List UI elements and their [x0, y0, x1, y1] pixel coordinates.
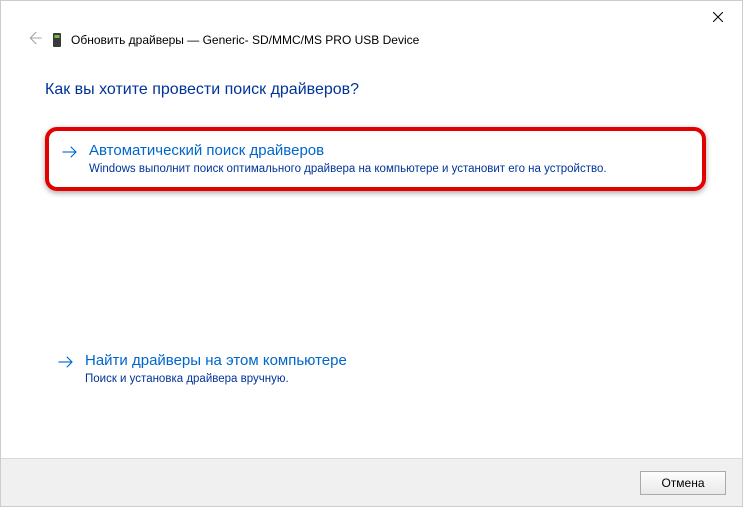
option-description: Поиск и установка драйвера вручную. [85, 373, 347, 385]
device-icon [51, 32, 63, 48]
window-title: Обновить драйверы — Generic- SD/MMC/MS P… [71, 33, 419, 47]
option-browse-computer[interactable]: Найти драйверы на этом компьютере Поиск … [45, 341, 706, 397]
footer: Отмена [1, 458, 742, 506]
arrow-right-icon [57, 351, 75, 374]
arrow-right-icon [61, 141, 79, 164]
cancel-button[interactable]: Отмена [640, 471, 726, 495]
close-button[interactable] [702, 5, 734, 29]
arrow-left-icon [25, 29, 43, 47]
header: Обновить драйверы — Generic- SD/MMC/MS P… [25, 29, 419, 50]
back-button[interactable] [25, 29, 43, 50]
option-title: Найти драйверы на этом компьютере [85, 351, 347, 371]
close-icon [713, 12, 723, 22]
page-heading: Как вы хотите провести поиск драйверов? [45, 81, 359, 99]
option-auto-search[interactable]: Автоматический поиск драйверов Windows в… [45, 127, 706, 191]
option-title: Автоматический поиск драйверов [89, 141, 607, 161]
option-description: Windows выполнит поиск оптимального драй… [89, 163, 607, 175]
